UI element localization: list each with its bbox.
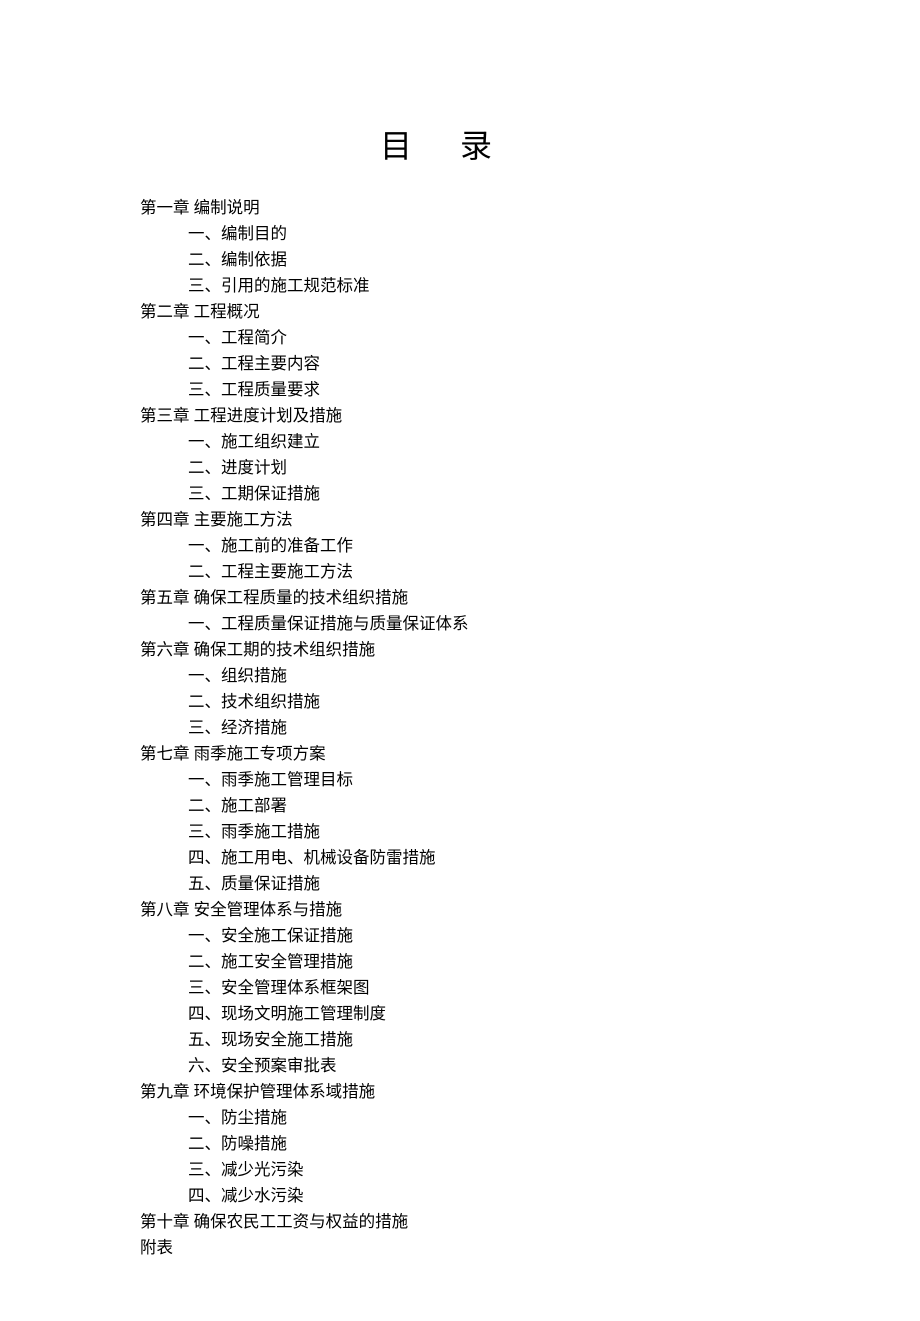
toc-section: 一、编制目的: [140, 221, 780, 247]
toc-section: 三、工期保证措施: [140, 481, 780, 507]
toc-section: 五、现场安全施工措施: [140, 1027, 780, 1053]
toc-chapter: 第一章 编制说明: [140, 195, 780, 221]
toc-chapter: 第九章 环境保护管理体系域措施: [140, 1079, 780, 1105]
toc-chapter: 第十章 确保农民工工资与权益的措施: [140, 1209, 780, 1235]
toc-section: 一、雨季施工管理目标: [140, 767, 780, 793]
toc-section: 三、引用的施工规范标准: [140, 273, 780, 299]
toc-section: 二、施工安全管理措施: [140, 949, 780, 975]
toc-section: 五、质量保证措施: [140, 871, 780, 897]
toc-chapter: 第七章 雨季施工专项方案: [140, 741, 780, 767]
toc-section: 三、雨季施工措施: [140, 819, 780, 845]
toc-section: 二、施工部署: [140, 793, 780, 819]
toc-section: 二、编制依据: [140, 247, 780, 273]
page-title: 目录: [140, 121, 780, 167]
toc-section: 二、防噪措施: [140, 1131, 780, 1157]
toc-section: 三、工程质量要求: [140, 377, 780, 403]
toc-section: 四、减少水污染: [140, 1183, 780, 1209]
toc-section: 四、现场文明施工管理制度: [140, 1001, 780, 1027]
toc-section: 三、减少光污染: [140, 1157, 780, 1183]
document-page: 目录 第一章 编制说明一、编制目的二、编制依据三、引用的施工规范标准第二章 工程…: [0, 0, 920, 1321]
toc-section: 一、防尘措施: [140, 1105, 780, 1131]
toc-chapter: 第五章 确保工程质量的技术组织措施: [140, 585, 780, 611]
toc-section: 三、安全管理体系框架图: [140, 975, 780, 1001]
toc-chapter: 附表: [140, 1235, 780, 1261]
toc-section: 三、经济措施: [140, 715, 780, 741]
toc-section: 一、工程简介: [140, 325, 780, 351]
toc-chapter: 第二章 工程概况: [140, 299, 780, 325]
toc-chapter: 第六章 确保工期的技术组织措施: [140, 637, 780, 663]
toc-chapter: 第三章 工程进度计划及措施: [140, 403, 780, 429]
toc-section: 一、施工组织建立: [140, 429, 780, 455]
toc-section: 一、组织措施: [140, 663, 780, 689]
toc-section: 二、工程主要施工方法: [140, 559, 780, 585]
toc-section: 二、技术组织措施: [140, 689, 780, 715]
toc-section: 四、施工用电、机械设备防雷措施: [140, 845, 780, 871]
toc-section: 一、工程质量保证措施与质量保证体系: [140, 611, 780, 637]
toc-chapter: 第四章 主要施工方法: [140, 507, 780, 533]
toc-section: 二、进度计划: [140, 455, 780, 481]
toc-section: 一、安全施工保证措施: [140, 923, 780, 949]
toc-section: 一、施工前的准备工作: [140, 533, 780, 559]
table-of-contents: 第一章 编制说明一、编制目的二、编制依据三、引用的施工规范标准第二章 工程概况一…: [140, 195, 780, 1261]
toc-section: 六、安全预案审批表: [140, 1053, 780, 1079]
toc-section: 二、工程主要内容: [140, 351, 780, 377]
toc-chapter: 第八章 安全管理体系与措施: [140, 897, 780, 923]
